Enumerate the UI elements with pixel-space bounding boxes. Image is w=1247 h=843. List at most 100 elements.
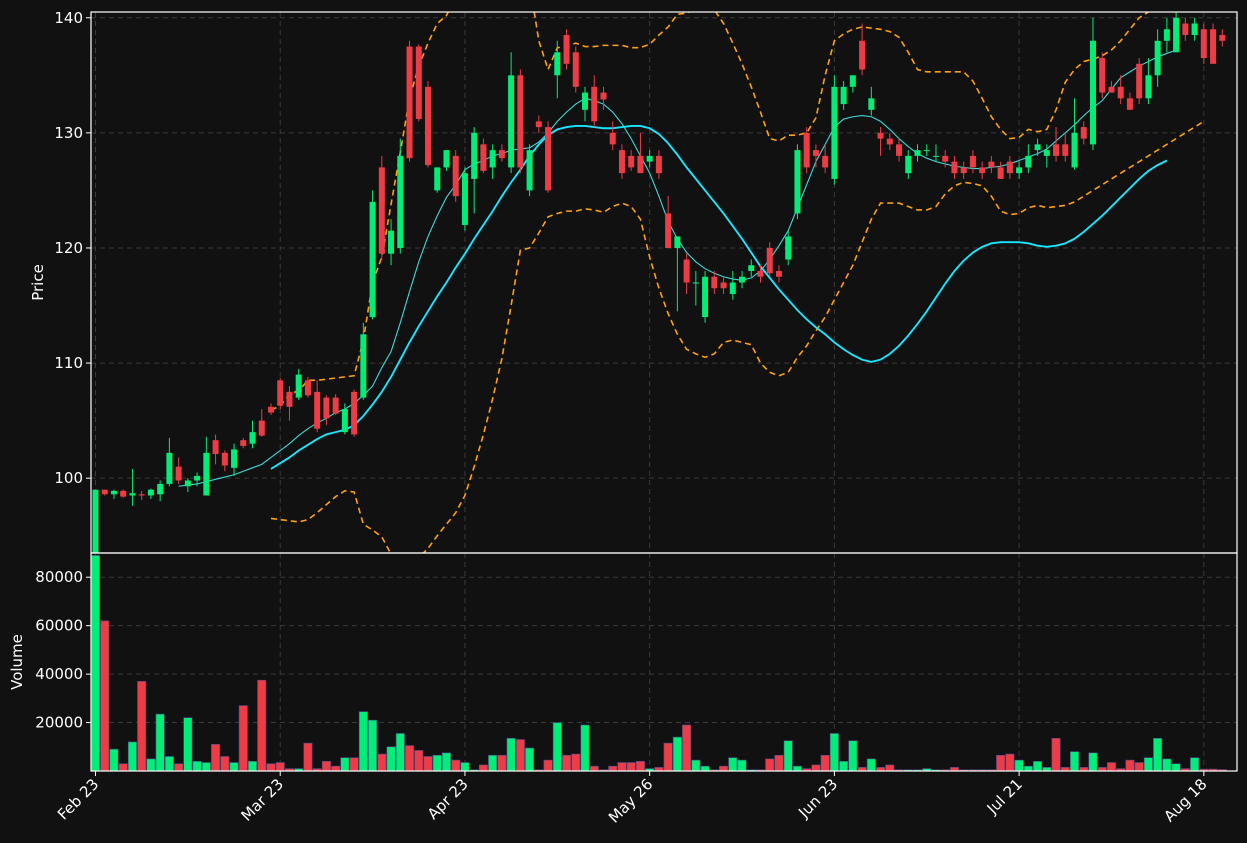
candle-body: [341, 409, 348, 433]
candle-body: [1043, 150, 1050, 156]
candle: [572, 46, 579, 93]
candle-body: [1080, 127, 1087, 139]
candle-body: [1034, 144, 1041, 151]
volume-bar: [1005, 753, 1015, 771]
candle-body: [979, 167, 986, 174]
candle-body: [1117, 86, 1124, 99]
volume-bar: [192, 761, 202, 771]
candle-body: [110, 490, 117, 495]
price-tick-label: 120: [54, 239, 83, 257]
volume-bar: [340, 757, 350, 771]
candle-body: [304, 380, 311, 396]
candle-body: [554, 52, 561, 76]
candle-body: [434, 167, 441, 191]
candle-body: [295, 374, 302, 398]
candle-body: [369, 201, 376, 318]
candle-body: [545, 127, 552, 191]
volume-bar: [164, 756, 174, 771]
volume-bar: [321, 761, 331, 771]
candle: [277, 378, 284, 410]
candle-body: [905, 155, 912, 174]
volume-bar: [220, 756, 230, 771]
candle-body: [203, 452, 210, 496]
volume-bar: [377, 753, 387, 771]
candle-body: [923, 150, 930, 152]
volume-bar: [1143, 757, 1153, 771]
candle-body: [1145, 75, 1152, 99]
candle-body: [1219, 35, 1226, 41]
candle-body: [129, 493, 136, 496]
volume-bar: [1023, 765, 1033, 771]
volume-bar: [1051, 737, 1061, 771]
candle-body: [166, 452, 173, 484]
volume-bar: [201, 762, 211, 771]
candle-body: [1025, 155, 1032, 168]
volume-bar: [386, 746, 396, 771]
volume-bar: [848, 740, 858, 771]
candle-body: [914, 150, 921, 156]
volume-bar: [497, 754, 507, 771]
candle: [794, 144, 801, 220]
volume-bar: [257, 679, 267, 771]
volume-bar: [866, 758, 876, 771]
volume-bar: [441, 752, 451, 771]
candle-body: [997, 167, 1004, 179]
volume-bar: [515, 739, 525, 771]
candle-body: [729, 282, 736, 295]
volume-bar: [820, 754, 830, 771]
volume-bar: [451, 759, 461, 771]
volume-bar: [405, 745, 415, 771]
candle-body: [360, 334, 367, 398]
candle-body: [628, 155, 635, 168]
candle-body: [314, 391, 321, 429]
candle-body: [1071, 132, 1078, 168]
candle-body: [1136, 63, 1143, 99]
candle-body: [184, 480, 191, 487]
candle: [424, 81, 431, 168]
candle-body: [748, 265, 755, 271]
volume-bar: [460, 762, 470, 771]
volume-bar: [349, 757, 359, 771]
volume-bar: [719, 765, 729, 771]
volume-bar: [368, 719, 378, 771]
candle-body: [960, 167, 967, 174]
candle-body: [785, 236, 792, 260]
volume-bar: [109, 748, 119, 771]
candle-body: [1089, 40, 1096, 145]
candle: [92, 489, 99, 553]
candle-body: [406, 46, 413, 159]
candle: [803, 127, 810, 174]
candle-body: [582, 92, 589, 110]
candle-body: [637, 155, 644, 174]
volume-bar: [829, 733, 839, 771]
candle-body: [388, 230, 395, 254]
candle-body: [1210, 29, 1217, 64]
volume-bar: [414, 750, 424, 771]
candle: [702, 270, 709, 323]
volume-bar: [248, 761, 258, 771]
candle-body: [1154, 40, 1161, 76]
candle-body: [831, 86, 838, 179]
volume-bar: [617, 762, 627, 771]
volume-bar: [506, 737, 516, 771]
candle-body: [812, 150, 819, 156]
volume-bar: [571, 753, 581, 771]
volume-bar: [682, 724, 692, 771]
candle-body: [267, 406, 274, 413]
volume-bar: [728, 757, 738, 771]
candle-body: [859, 40, 866, 70]
candle-body: [572, 52, 579, 87]
candle: [1099, 52, 1106, 99]
candle-body: [886, 138, 893, 145]
candle-body: [452, 155, 459, 197]
volume-bar: [996, 754, 1006, 771]
candle-body: [942, 155, 949, 162]
candle-body: [101, 489, 108, 495]
volume-bar: [543, 759, 553, 771]
price-axis-title: Price: [29, 264, 47, 301]
candle-body: [1062, 144, 1069, 156]
volume-bar: [1162, 758, 1172, 771]
volume-bar: [792, 765, 802, 771]
volume-bar: [1190, 757, 1200, 771]
candle-body: [951, 161, 958, 174]
